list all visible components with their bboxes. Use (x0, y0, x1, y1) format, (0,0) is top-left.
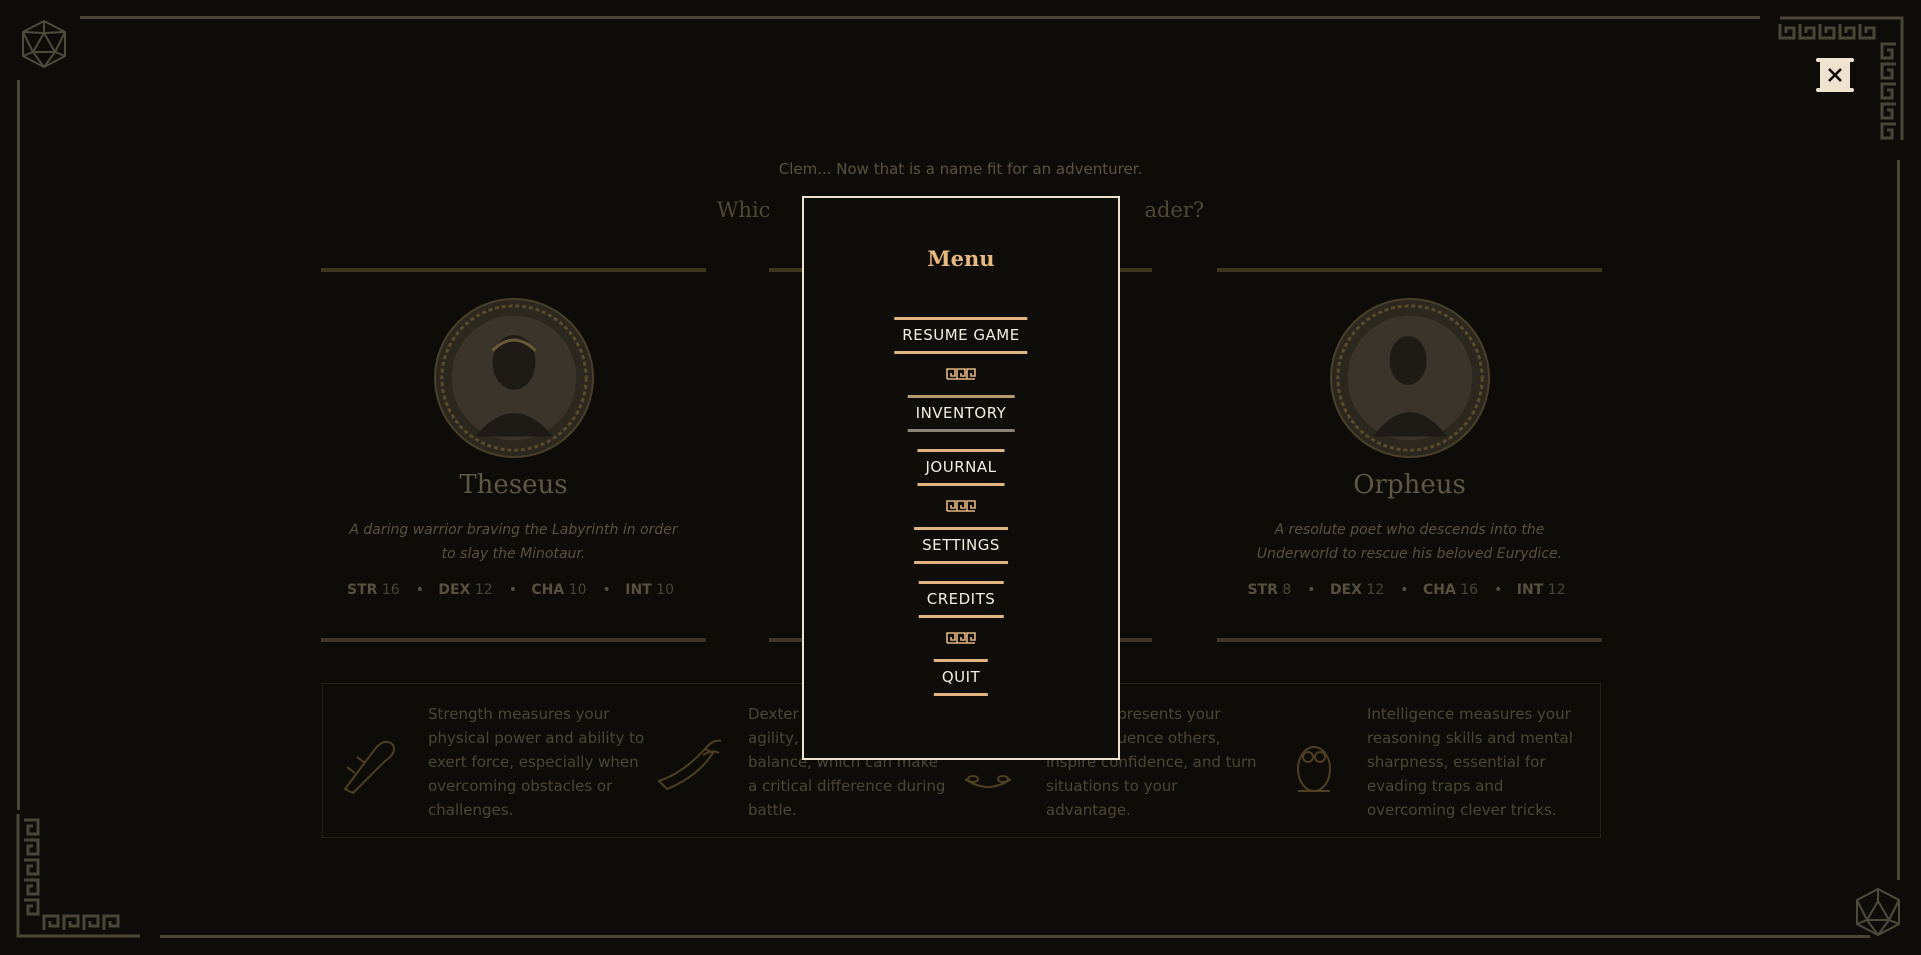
greek-key-icon (946, 500, 976, 512)
quit-button[interactable]: QUIT (933, 659, 989, 696)
pause-menu: Menu RESUME GAME INVENTORY JOURNAL SETTI… (802, 196, 1120, 760)
inventory-button[interactable]: INVENTORY (907, 395, 1015, 432)
credits-button[interactable]: CREDITS (918, 581, 1004, 618)
menu-title: Menu (927, 246, 995, 271)
greek-key-icon (946, 368, 976, 380)
greek-key-icon (946, 632, 976, 644)
journal-button[interactable]: JOURNAL (917, 449, 1005, 486)
resume-game-button[interactable]: RESUME GAME (894, 317, 1028, 354)
settings-button[interactable]: SETTINGS (914, 527, 1008, 564)
